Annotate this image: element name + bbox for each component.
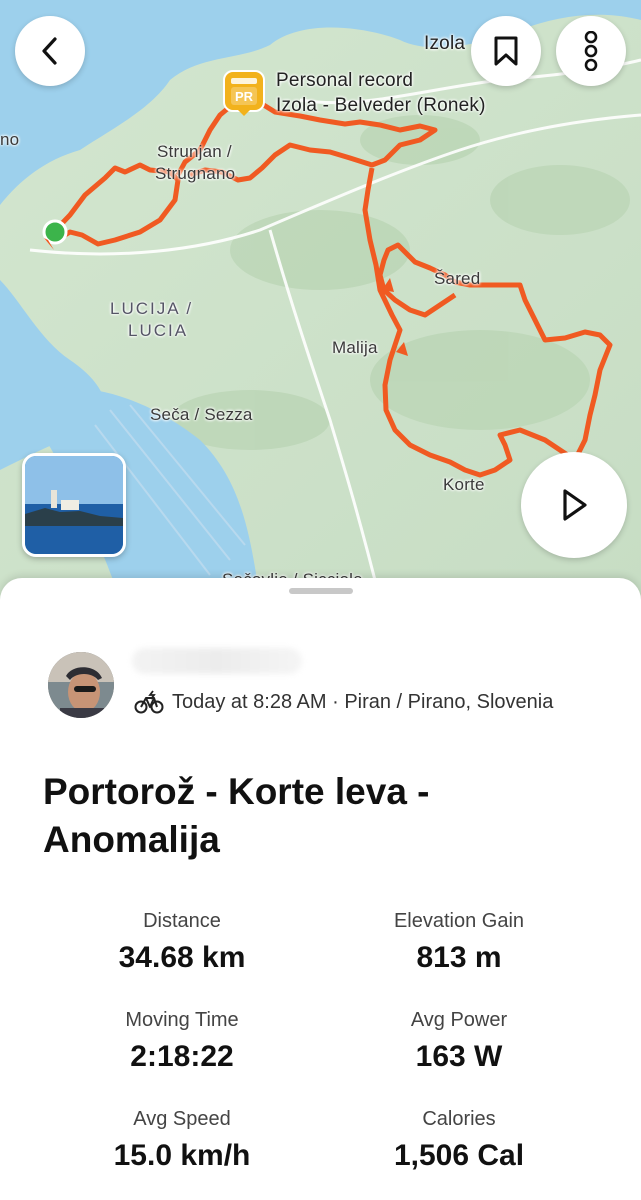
- stat-value: 1,506 Cal: [393, 1139, 525, 1172]
- stat-value: 813 m: [416, 941, 502, 974]
- stat-moving-time: Moving Time 2:18:22: [42, 1009, 322, 1074]
- map-label-sared: Šared: [434, 269, 481, 288]
- map-label-korte: Korte: [443, 475, 485, 494]
- stat-distance: Distance 34.68 km: [42, 910, 322, 975]
- route-map[interactable]: PR Izola Personal record Izola - Belvede…: [0, 0, 641, 600]
- stat-label: Calories: [422, 1108, 496, 1130]
- map-label-malija: Malija: [332, 338, 378, 357]
- map-label-seca: Seča / Sezza: [150, 405, 253, 424]
- chevron-left-icon: [42, 37, 57, 65]
- activity-details-sheet[interactable]: Today at 8:28 AM · Piran / Pirano, Slove…: [0, 578, 641, 1200]
- map-label-izola: Izola: [424, 33, 466, 54]
- stat-value: 15.0 km/h: [113, 1139, 251, 1172]
- activity-meta: Today at 8:28 AM · Piran / Pirano, Slove…: [134, 690, 553, 714]
- pr-badge-text: PR: [234, 89, 254, 104]
- more-vertical-icon: [584, 31, 598, 71]
- stat-value: 34.68 km: [118, 941, 246, 974]
- bookmark-button[interactable]: [471, 16, 541, 86]
- stat-label: Moving Time: [125, 1009, 239, 1031]
- pr-badge-icon: PR: [223, 70, 265, 116]
- stat-value: 2:18:22: [130, 1040, 234, 1073]
- activity-meta-text: Today at 8:28 AM · Piran / Pirano, Slove…: [172, 690, 554, 713]
- map-label-lucija-1: LUCIJA /: [110, 299, 194, 318]
- back-button[interactable]: [15, 16, 85, 86]
- stat-avg-speed: Avg Speed 15.0 km/h: [42, 1108, 322, 1173]
- sheet-drag-handle[interactable]: [289, 588, 353, 594]
- play-icon: [563, 489, 587, 521]
- stat-calories: Calories 1,506 Cal: [319, 1108, 599, 1173]
- stat-value: 163 W: [415, 1040, 503, 1073]
- bookmark-icon: [494, 36, 518, 66]
- activity-photo-thumbnail[interactable]: [22, 453, 126, 557]
- avatar[interactable]: [48, 652, 114, 718]
- stat-label: Avg Power: [410, 1009, 508, 1031]
- stat-avg-power: Avg Power 163 W: [319, 1009, 599, 1074]
- map-label-edge: no: [0, 130, 20, 149]
- stat-elevation-gain: Elevation Gain 813 m: [319, 910, 599, 975]
- athlete-name-redacted: [132, 648, 302, 674]
- map-label-lucija-2: LUCIA: [128, 321, 189, 340]
- stat-label: Avg Speed: [133, 1108, 231, 1130]
- more-options-button[interactable]: [556, 16, 626, 86]
- play-flyover-button[interactable]: [521, 452, 627, 558]
- e-bike-icon: [134, 690, 164, 714]
- map-label-strunjan-1: Strunjan /: [157, 142, 232, 161]
- map-label-pr-segment: Izola - Belveder (Ronek): [276, 95, 486, 116]
- stat-label: Distance: [143, 910, 221, 932]
- stat-label: Elevation Gain: [393, 910, 525, 932]
- map-label-strunjan-2: Strugnano: [155, 164, 236, 183]
- map-label-pr-title: Personal record: [276, 70, 414, 91]
- activity-title: Portorož - Korte leva - Anomalija: [43, 771, 430, 860]
